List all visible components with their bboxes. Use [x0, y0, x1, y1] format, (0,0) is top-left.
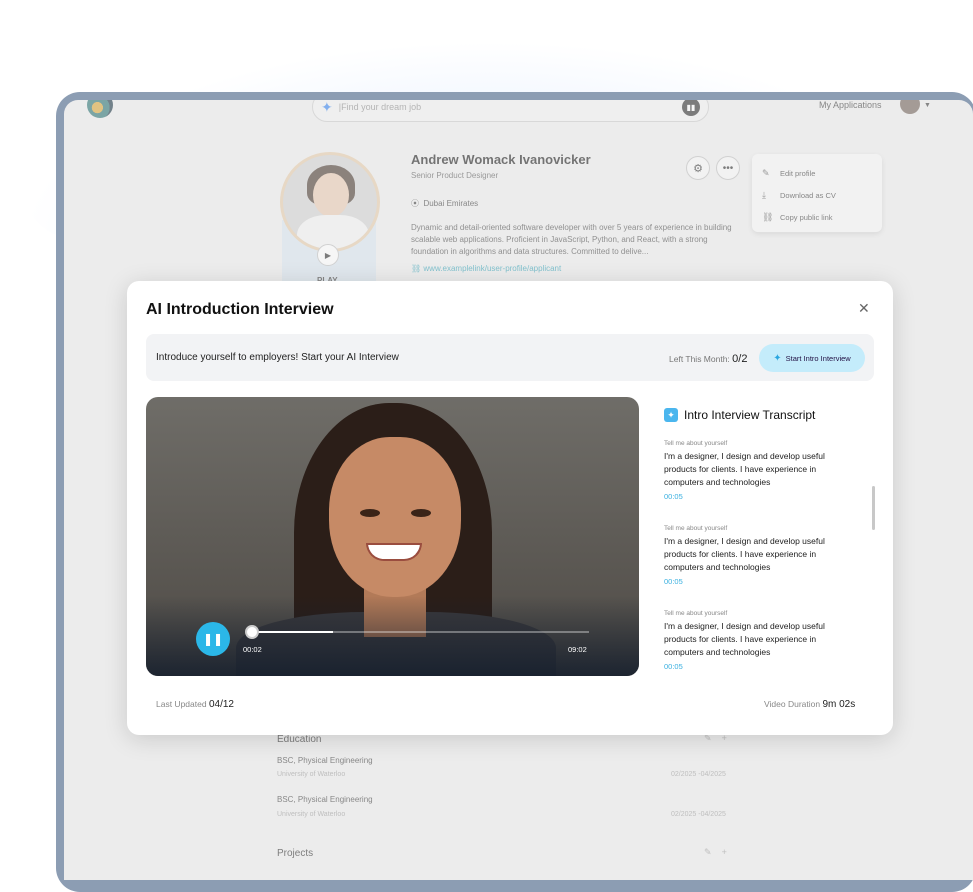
menu-item-download-cv[interactable]: ⤓ Download as CV	[762, 184, 872, 206]
voice-search-icon[interactable]: ▮▮	[682, 100, 700, 116]
settings-gear-icon[interactable]: ⚙	[686, 156, 710, 180]
transcript-title: Intro Interview Transcript	[684, 408, 816, 422]
current-time: 00:02	[243, 645, 262, 654]
start-button-label: Start Intro Interview	[785, 353, 851, 363]
sparkle-icon: ✦	[321, 100, 333, 115]
quota-value: 0/2	[732, 353, 748, 365]
last-updated-label: Last Updated	[156, 699, 207, 709]
total-time: 09:02	[568, 645, 587, 654]
transcript-timestamp[interactable]: 00:05	[664, 492, 854, 501]
play-icon[interactable]: ▶	[317, 244, 339, 266]
location-text: Dubai Emirates	[423, 199, 479, 208]
video-duration: Video Duration 9m 02s	[764, 699, 855, 710]
ai-interview-modal: AI Introduction Interview ✕ Introduce yo…	[127, 281, 893, 735]
transcript-entry: Tell me about yourself I'm a designer, I…	[664, 610, 854, 671]
location-pin-icon: ⦿	[411, 199, 419, 208]
projects-heading: Projects	[277, 848, 314, 859]
search-input[interactable]: |Find your dream job	[339, 102, 682, 112]
profile-role: Senior Product Designer	[411, 171, 499, 180]
transcript-answer: I'm a designer, I design and develop use…	[664, 536, 825, 572]
projects-actions: ✎ +	[704, 847, 727, 858]
education-dates: 02/2025 -04/2025	[671, 811, 726, 818]
transcript-question: Tell me about yourself	[664, 610, 728, 617]
profile-name: Andrew Womack Ivanovicker	[411, 152, 591, 167]
education-heading: Education	[277, 734, 322, 745]
sparkle-icon: ✦	[773, 352, 782, 364]
profile-photo	[280, 152, 380, 252]
transcript-entry: Tell me about yourself I'm a designer, I…	[664, 440, 854, 501]
profile-link-text[interactable]: www.examplelink/user-profile/applicant	[423, 264, 561, 273]
transcript-question: Tell me about yourself	[664, 440, 728, 447]
banner-text: Introduce yourself to employers! Start y…	[156, 352, 399, 363]
last-updated-value: 04/12	[208, 699, 234, 710]
transcript-scrollbar[interactable]	[872, 486, 875, 530]
modal-title: AI Introduction Interview	[146, 301, 334, 318]
video-duration-label: Video Duration	[764, 699, 821, 709]
last-updated: Last Updated 04/12	[156, 699, 234, 710]
app-logo[interactable]	[87, 100, 113, 118]
user-avatar[interactable]	[900, 100, 920, 114]
transcript-question: Tell me about yourself	[664, 525, 728, 532]
link-icon: ⛓	[762, 211, 774, 222]
chevron-down-icon[interactable]: ▼	[924, 102, 931, 109]
quota-label: Left This Month:	[669, 354, 733, 364]
monthly-quota: Left This Month: 0/2	[669, 353, 747, 365]
pencil-icon[interactable]: ✎	[704, 847, 712, 857]
education-dates: 02/2025 -04/2025	[671, 771, 726, 778]
ai-sparkle-icon: ✦	[664, 408, 678, 422]
video-duration-value: 9m 02s	[822, 699, 856, 710]
video-player[interactable]: ❚❚ 00:02 09:02	[146, 397, 639, 676]
education-school: University of Waterloo	[277, 811, 346, 818]
transcript-timestamp[interactable]: 00:05	[664, 662, 854, 671]
education-school: University of Waterloo	[277, 771, 346, 778]
profile-location: ⦿ Dubai Emirates	[411, 198, 478, 209]
download-icon: ⤓	[762, 189, 766, 200]
transcript-timestamp[interactable]: 00:05	[664, 577, 854, 586]
menu-item-label: Copy public link	[780, 212, 833, 222]
profile-link[interactable]: ⛓ www.examplelink/user-profile/applicant	[411, 264, 561, 273]
profile-options-menu: ✎ Edit profile ⤓ Download as CV ⛓ Copy publ…	[752, 154, 882, 232]
pause-button[interactable]: ❚❚	[196, 622, 230, 656]
pencil-icon: ✎	[762, 167, 770, 178]
more-options-icon[interactable]: •••	[716, 156, 740, 180]
link-icon: ⛓	[411, 264, 422, 273]
transcript-answer: I'm a designer, I design and develop use…	[664, 621, 825, 657]
plus-icon[interactable]: +	[722, 847, 727, 857]
search-bar[interactable]: ✦ |Find your dream job ▮▮	[312, 100, 709, 122]
profile-bio: Dynamic and detail-oriented software dev…	[411, 223, 732, 256]
transcript-header: ✦ Intro Interview Transcript	[664, 408, 815, 422]
transcript-answer: I'm a designer, I design and develop use…	[664, 451, 825, 487]
transcript-entry: Tell me about yourself I'm a designer, I…	[664, 525, 854, 586]
education-degree: BSC, Physical Engineering	[277, 795, 373, 804]
close-icon[interactable]: ✕	[858, 300, 870, 317]
education-degree: BSC, Physical Engineering	[277, 756, 373, 765]
video-progress-fill	[252, 631, 333, 633]
menu-item-edit-profile[interactable]: ✎ Edit profile	[762, 162, 872, 184]
menu-item-label: Edit profile	[780, 168, 816, 178]
video-scrubber-handle[interactable]	[245, 625, 259, 639]
my-applications-link[interactable]: My Applications	[819, 100, 882, 110]
menu-item-label: Download as CV	[780, 190, 836, 200]
start-intro-interview-button[interactable]: ✦ Start Intro Interview	[759, 344, 865, 372]
interview-banner: Introduce yourself to employers! Start y…	[146, 334, 874, 381]
menu-item-copy-link[interactable]: ⛓ Copy public link	[762, 206, 872, 228]
